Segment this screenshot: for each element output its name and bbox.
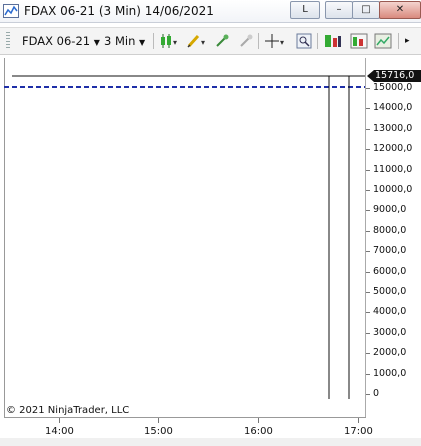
y-axis [365, 58, 366, 417]
svg-text:▾: ▾ [280, 38, 284, 47]
price-series-svg [4, 75, 365, 399]
x-tick-mark [358, 418, 359, 423]
overflow-chevron-icon[interactable]: ▸ [405, 32, 410, 50]
svg-text:▾: ▾ [201, 38, 205, 47]
toolbar-separator [317, 33, 318, 49]
y-tick-mark [366, 394, 370, 395]
global-crosshair-icon[interactable] [238, 33, 254, 49]
zoom-icon[interactable] [296, 33, 312, 49]
y-tick-mark [366, 353, 370, 355]
y-tick-mark [366, 312, 370, 314]
y-tick-mark [366, 230, 370, 232]
y-tick-mark [366, 210, 370, 212]
y-tick-label: 10000,0 [373, 184, 413, 195]
y-tick-label: 1000,0 [373, 367, 407, 379]
y-tick-mark [366, 373, 370, 375]
y-tick-mark [366, 251, 370, 253]
y-tick-label: 2000,0 [373, 347, 407, 359]
close-button[interactable]: ✕ [379, 1, 421, 19]
svg-text:▾: ▾ [173, 38, 177, 47]
window-title: FDAX 06-21 (3 Min) 14/06/2021 [24, 4, 214, 18]
copyright-label: © 2021 NinjaTrader, LLC [6, 405, 130, 416]
interval-selector[interactable]: 3 Min ▼ [104, 32, 145, 50]
strategies-icon[interactable] [324, 33, 342, 49]
last-price-tag: 15716,0 [367, 70, 421, 82]
y-tick-label: 3000,0 [373, 326, 407, 338]
chevron-down-icon: ▼ [139, 38, 146, 47]
instrument-selector[interactable]: FDAX 06-21 ▼ [22, 32, 100, 50]
maximize-button[interactable]: □ [352, 1, 380, 19]
y-tick-label: 7000,0 [373, 245, 407, 257]
chart-toolbar: FDAX 06-21 ▼ 3 Min ▼ ▾ ▾ ▾ ▸ [0, 27, 421, 55]
crosshair-add-icon[interactable] [214, 33, 230, 49]
properties-icon[interactable] [374, 33, 392, 49]
x-tick-label: 14:00 [45, 426, 74, 437]
y-tick-label: 0 [373, 388, 380, 399]
y-tick-label: 6000,0 [373, 265, 407, 277]
y-tick-label: 15000,0 [373, 82, 413, 93]
crosshair-icon[interactable]: ▾ [264, 33, 286, 49]
indicators-icon[interactable] [350, 33, 368, 49]
y-tick-label: 14000,0 [373, 102, 413, 114]
x-tick-label: 17:00 [344, 426, 373, 437]
toolbar-separator [398, 33, 399, 49]
chart-panel[interactable]: 15716,0 15000,0 14000,0 13000,0 12000,0 1100… [0, 54, 421, 446]
chevron-down-icon: ▼ [93, 38, 100, 47]
y-tick-label: 5000,0 [373, 286, 407, 297]
toolbar-separator [258, 33, 259, 49]
y-tick-mark [366, 88, 370, 89]
y-tick-label: 12000,0 [373, 143, 413, 155]
toolbar-grip[interactable] [6, 32, 10, 50]
y-tick-mark [366, 149, 370, 151]
y-tick-label: 11000,0 [373, 163, 413, 175]
y-tick-label: 8000,0 [373, 224, 407, 236]
instrument-label: FDAX 06-21 [22, 34, 91, 48]
minimize-button[interactable]: – [325, 1, 353, 19]
x-tick-label: 16:00 [244, 426, 273, 437]
y-tick-mark [366, 190, 370, 191]
toolbar-separator [153, 33, 154, 49]
y-tick-mark [366, 108, 370, 110]
y-tick-mark [366, 169, 370, 171]
chart-bottom-bar [0, 438, 421, 446]
x-tick-mark [158, 418, 159, 423]
window-titlebar: FDAX 06-21 (3 Min) 14/06/2021 L – □ ✕ [0, 0, 421, 23]
y-tick-label: 9000,0 [373, 204, 407, 216]
chart-app-icon [3, 4, 19, 18]
y-tick-label: 4000,0 [373, 306, 407, 318]
x-tick-mark [59, 418, 60, 423]
y-tick-mark [366, 332, 370, 334]
link-button[interactable]: L [290, 1, 320, 19]
x-tick-mark [258, 418, 259, 423]
y-tick-mark [366, 292, 370, 293]
candlestick-icon[interactable]: ▾ [159, 33, 179, 49]
y-tick-mark [366, 128, 370, 130]
y-tick-mark [366, 271, 370, 273]
y-tick-label: 13000,0 [373, 122, 413, 134]
interval-label: 3 Min [104, 34, 136, 48]
x-tick-label: 15:00 [144, 426, 173, 437]
pencil-icon[interactable]: ▾ [186, 33, 208, 49]
